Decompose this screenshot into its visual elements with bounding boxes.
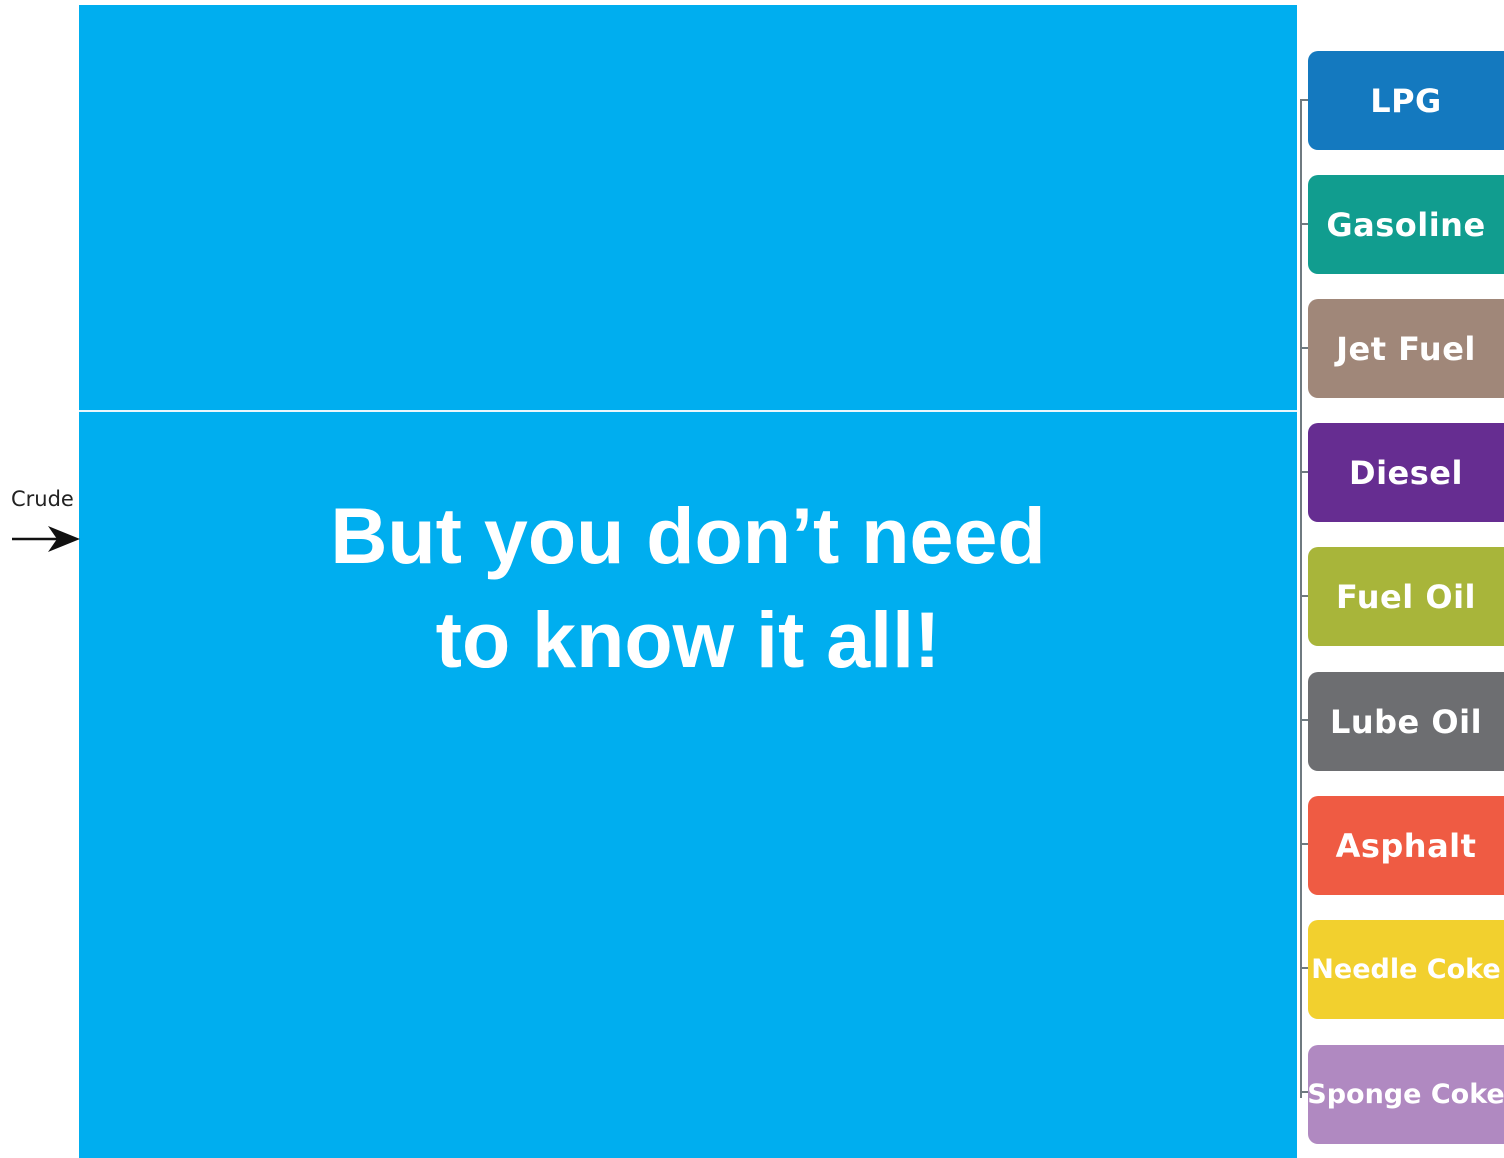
headline-line-2: to know it all!: [435, 595, 941, 684]
overlay-panel-top: [79, 5, 1297, 410]
product-box-sponge-coke: Sponge Coke: [1307, 1045, 1504, 1144]
arrow-right-icon: [12, 526, 80, 552]
product-box-fuel-oil: Fuel Oil: [1308, 547, 1504, 646]
product-connector-line: [1300, 100, 1302, 1098]
product-box-jet-fuel: Jet Fuel: [1308, 299, 1504, 398]
product-box-diesel: Diesel: [1308, 423, 1504, 522]
crude-input-label: Crude: [11, 487, 74, 511]
product-box-asphalt: Asphalt: [1308, 796, 1504, 895]
product-box-gasoline: Gasoline: [1308, 175, 1504, 274]
product-box-lube-oil: Lube Oil: [1308, 672, 1504, 771]
product-box-lpg: LPG: [1308, 51, 1504, 150]
headline-line-1: But you don’t need: [330, 491, 1046, 580]
product-box-needle-coke: Needle Coke: [1308, 920, 1504, 1019]
